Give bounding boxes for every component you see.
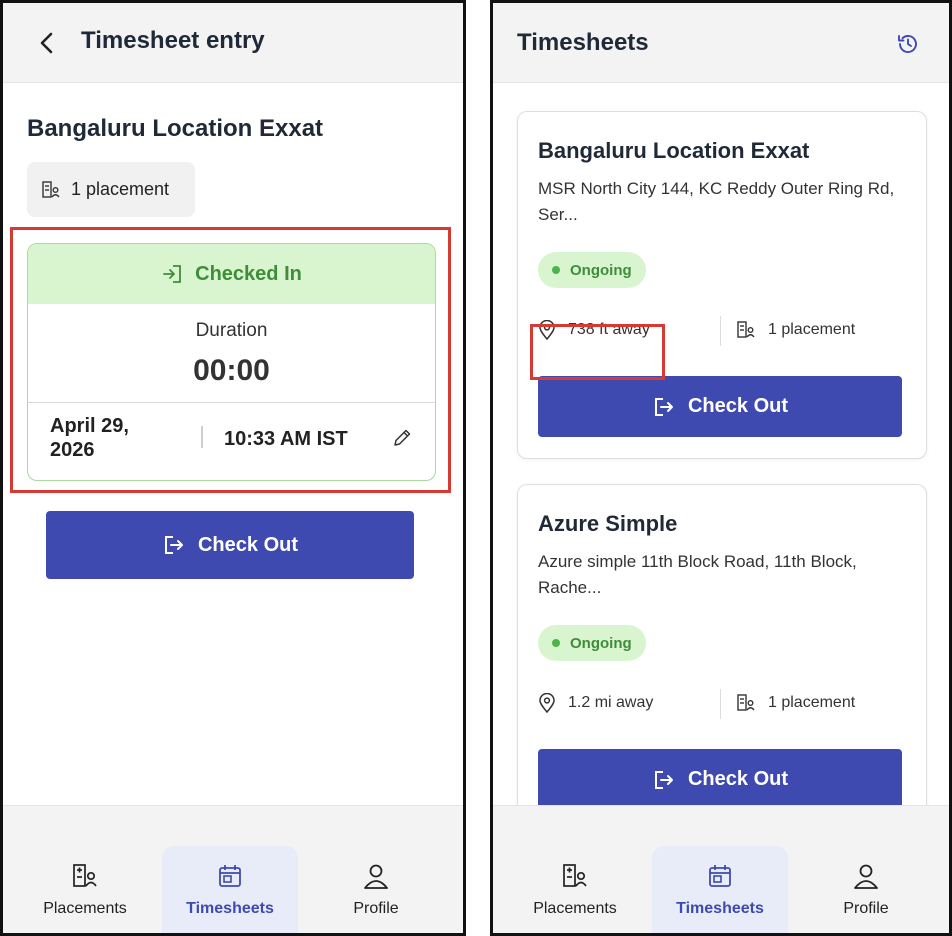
- nav-timesheets[interactable]: Timesheets: [162, 846, 298, 933]
- logout-icon: [654, 397, 673, 416]
- logout-icon: [654, 770, 673, 789]
- timesheet-entry-screen: Timesheet entry Bangaluru Location Exxat…: [0, 0, 466, 936]
- check-out-button[interactable]: Check Out: [538, 376, 902, 437]
- placements-icon: [73, 864, 97, 887]
- status-dot: [552, 639, 560, 647]
- status-badge: Ongoing: [538, 625, 646, 661]
- history-icon: [898, 35, 917, 53]
- divider: [720, 316, 721, 346]
- status-dot: [552, 266, 560, 274]
- calendar-icon: [219, 865, 241, 887]
- nav-label: Profile: [843, 900, 889, 917]
- check-out-label: Check Out: [197, 533, 299, 556]
- placements: 1 placement: [736, 320, 855, 340]
- highlight-box: [10, 227, 451, 493]
- header: Timesheets: [493, 3, 949, 83]
- placements: 1 placement: [736, 693, 855, 713]
- nav-placements[interactable]: Placements: [507, 846, 643, 933]
- bottom-nav: Placements Timesheets Profile: [493, 805, 949, 933]
- status-label: Ongoing: [570, 634, 632, 652]
- status-label: Ongoing: [570, 261, 632, 279]
- logout-icon: [164, 536, 183, 554]
- nav-profile[interactable]: Profile: [798, 846, 934, 933]
- profile-icon: [364, 864, 388, 889]
- site-title: Bangaluru Location Exxat: [27, 115, 324, 142]
- status-badge: Ongoing: [538, 252, 646, 288]
- bottom-nav: Placements Timesheets Profile: [3, 805, 463, 933]
- check-out-label: Check Out: [687, 395, 789, 417]
- distance-label: 1.2 mi away: [568, 694, 654, 711]
- placements-icon: [737, 694, 755, 711]
- chevron-left-icon: [40, 32, 53, 54]
- divider: [720, 689, 721, 719]
- placements-icon: [563, 864, 587, 887]
- page-title: Timesheet entry: [81, 27, 265, 54]
- profile-icon: [854, 864, 878, 889]
- history-button[interactable]: [893, 29, 923, 59]
- nav-label: Timesheets: [186, 900, 274, 917]
- timesheet-list[interactable]: Bangaluru Location Exxat MSR North City …: [493, 84, 949, 805]
- check-out-button[interactable]: Check Out: [538, 749, 902, 805]
- site-card[interactable]: Bangaluru Location Exxat MSR North City …: [517, 111, 927, 459]
- site-card-title: Azure Simple: [538, 511, 678, 536]
- placements-icon: [42, 180, 60, 198]
- placements-icon: [737, 321, 755, 338]
- calendar-icon: [709, 865, 731, 887]
- nav-label: Placements: [533, 900, 617, 917]
- page-title: Timesheets: [517, 29, 649, 56]
- check-out-label: Check Out: [687, 768, 789, 790]
- nav-timesheets[interactable]: Timesheets: [652, 846, 788, 933]
- nav-placements[interactable]: Placements: [17, 846, 153, 933]
- site-meta: 1.2 mi away 1 placement: [538, 689, 908, 719]
- distance: 1.2 mi away: [538, 693, 653, 713]
- back-button[interactable]: [31, 25, 63, 61]
- site-card-address: Azure simple 11th Block Road, 11th Block…: [538, 552, 857, 597]
- site-card-address: MSR North City 144, KC Reddy Outer Ring …: [538, 179, 895, 224]
- nav-label: Timesheets: [676, 900, 764, 917]
- nav-label: Placements: [43, 900, 127, 917]
- header: Timesheet entry: [3, 3, 463, 83]
- placement-chip[interactable]: 1 placement: [27, 162, 195, 217]
- timesheets-screen: Timesheets Bangaluru Location Exxat MSR …: [490, 0, 952, 936]
- placements-label: 1 placement: [768, 694, 856, 711]
- nav-label: Profile: [353, 900, 399, 917]
- site-card-title: Bangaluru Location Exxat: [538, 138, 810, 163]
- placement-chip-label: 1 placement: [71, 179, 170, 199]
- placements-label: 1 placement: [768, 321, 856, 338]
- nav-profile[interactable]: Profile: [308, 846, 444, 933]
- location-pin-icon: [539, 693, 555, 713]
- site-card[interactable]: Azure Simple Azure simple 11th Block Roa…: [517, 484, 927, 805]
- highlight-box: [530, 324, 665, 380]
- check-out-button[interactable]: Check Out: [46, 511, 414, 579]
